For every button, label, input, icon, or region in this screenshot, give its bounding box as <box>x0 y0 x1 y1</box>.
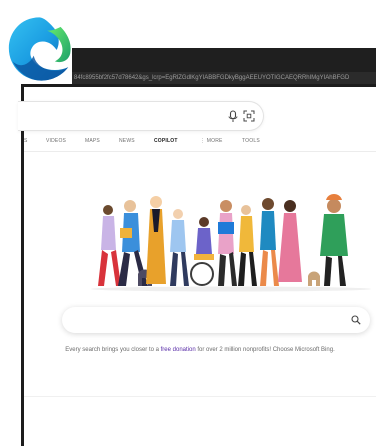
browser-window: S VIDEOS MAPS NEWS COPILOT ⋮ MORE TOOLS <box>18 84 376 446</box>
tab-copilot[interactable]: COPILOT <box>154 138 178 144</box>
tab-news[interactable]: NEWS <box>119 138 135 144</box>
tab-maps[interactable]: MAPS <box>85 138 100 144</box>
donation-promo-text: Every search brings you closer to a free… <box>24 347 376 353</box>
tab-videos[interactable]: VIDEOS <box>46 138 66 144</box>
tabs-divider <box>24 151 376 152</box>
free-donation-link[interactable]: free donation <box>161 347 196 353</box>
visual-search-icon[interactable] <box>243 110 255 122</box>
bing-page: S VIDEOS MAPS NEWS COPILOT ⋮ MORE TOOLS <box>18 87 376 446</box>
edge-logo-icon <box>8 17 71 81</box>
search-icon[interactable] <box>351 315 361 325</box>
main-search-box[interactable] <box>62 307 370 333</box>
scope-tabs: S VIDEOS MAPS NEWS COPILOT ⋮ MORE TOOLS <box>24 136 376 150</box>
tab-tools[interactable]: TOOLS <box>242 138 260 144</box>
content-divider <box>24 396 376 397</box>
promo-text-before: Every search brings you closer to a <box>65 347 161 353</box>
promo-text-after: for over 2 million nonprofits! Choose Mi… <box>195 347 335 353</box>
tab-partial[interactable]: S <box>24 138 28 144</box>
microphone-icon[interactable] <box>227 110 239 124</box>
address-bar-url[interactable]: 84fc8955bf2fc57d78642&gs_lcrp=EgRlZGdlKg… <box>72 72 376 84</box>
tab-more[interactable]: ⋮ MORE <box>200 138 223 144</box>
header-search-box[interactable] <box>18 101 264 131</box>
people-illustration <box>91 194 371 292</box>
